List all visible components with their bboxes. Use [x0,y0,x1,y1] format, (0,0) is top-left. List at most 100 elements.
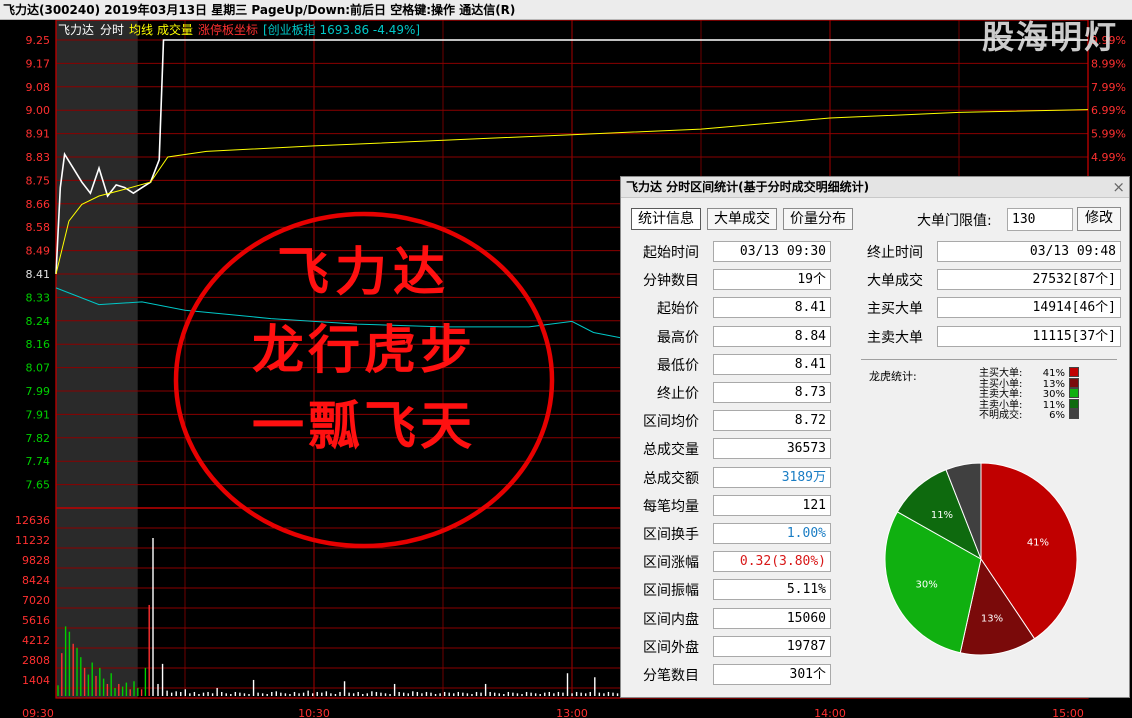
field-label: 区间内盘 [643,611,699,628]
field-value: 301个 [713,664,831,685]
field-label: 最高价 [657,329,699,346]
window-title: 飞力达(300240) 2019年03月13日 星期三 PageUp/Down:… [3,3,516,17]
tab-big-orders[interactable]: 大单成交 [707,208,777,230]
longhu-legend-item: 不明成交: 6% [979,409,1079,421]
stamp-text: 一瓢飞天 [252,397,476,457]
price-tick-label: 8.24 [26,315,51,328]
price-tick-label: 8.16 [26,338,51,351]
field-value: 8.84 [713,325,831,347]
field-value: 0.32(3.80%) [713,551,831,573]
volume-tick-label: 9828 [22,554,50,567]
legend-item: 成交量 [157,22,193,37]
field-label: 总成交额 [643,470,699,487]
legend-item: 涨停板坐标 [198,22,258,37]
field-value: 8.72 [713,410,831,432]
volume-tick-label: 8424 [22,574,50,587]
field-value: 11115[37个] [937,325,1121,347]
volume-tick-label: 11232 [15,534,50,547]
legend-swatch [1069,409,1079,420]
field-label: 区间外盘 [643,639,699,656]
pie-label: 30% [916,579,938,590]
field-value: 3189万 [713,466,831,488]
field-label: 区间换手 [643,527,699,543]
price-tick-label: 7.99 [26,385,51,398]
selected-interval-shade [56,20,138,698]
field-label: 主卖大单 [867,329,923,346]
price-tick-label: 8.33 [26,291,51,304]
dialog-title-bar: 飞力达 分时区间统计(基于分时成交明细统计) × [621,177,1129,198]
field-label: 终止时间 [867,245,923,261]
price-tick-label: 9.08 [26,81,51,94]
price-tick-label: 8.58 [26,221,51,234]
volume-tick-label: 12636 [15,514,50,527]
field-label: 分钟数目 [643,273,699,290]
time-tick-label: 15:00 [1052,707,1084,718]
pct-tick-label: 4.99% [1091,151,1126,164]
tab-stats-info[interactable]: 统计信息 [631,208,701,230]
legend-item: 均线 [129,23,153,37]
legend-swatch [1069,377,1079,388]
close-icon[interactable]: × [1112,177,1125,197]
modify-button[interactable]: 修改 [1077,207,1121,231]
field-label: 区间涨幅 [643,555,699,572]
time-tick-label: 09:30 [22,707,54,718]
price-tick-label: 7.74 [26,455,51,468]
stamp-text: 龙行虎步 [252,321,476,381]
time-tick-label: 14:00 [814,707,846,718]
field-value: 8.73 [713,382,831,403]
price-tick-label: 8.83 [26,151,51,164]
price-tick-label: 9.00 [26,104,51,117]
field-value: 15060 [713,607,831,629]
field-value: 19787 [713,635,831,657]
field-label: 区间均价 [643,414,699,431]
field-value: 19个 [713,269,831,291]
field-label: 大单成交 [867,273,923,290]
field-label: 每笔均量 [643,498,699,515]
legend-item: 分时 [100,23,124,37]
time-tick-label: 10:30 [298,707,330,718]
pct-tick-label: 5.99% [1091,128,1126,141]
threshold-label: 大单门限值: [917,213,992,229]
field-value: 121 [713,494,831,516]
pct-tick-label: 8.99% [1091,57,1126,70]
watermark-logo: 股海明灯 [981,18,1118,56]
chart-legend-bar: 飞力达 分时 均线 成交量 涨停板坐标 [创业板指 1693.86 -4.49%] [58,22,420,37]
field-label: 分笔数目 [643,668,699,684]
time-tick-label: 13:00 [556,707,588,718]
field-value: 8.41 [713,353,831,375]
volume-tick-label: 5616 [22,614,50,627]
pct-tick-label: 6.99% [1091,104,1126,117]
field-label: 主买大单 [867,301,923,318]
field-label: 总成交量 [643,442,699,459]
divider [861,359,1117,360]
pct-tick-label: 7.99% [1091,81,1126,94]
legend-swatch [1069,388,1079,399]
field-value: 8.41 [713,297,831,319]
field-value: 03/13 09:48 [937,241,1121,262]
volume-tick-label: 2808 [22,654,50,667]
longhu-title: 龙虎统计: [869,370,917,383]
price-tick-label: 8.07 [26,362,51,375]
legend-stock-name: 飞力达 [58,23,94,37]
price-tick-label: 8.66 [26,198,51,211]
window-title-bar: 飞力达(300240) 2019年03月13日 星期三 PageUp/Down:… [0,0,1132,20]
price-tick-label: 8.49 [26,245,51,258]
field-label: 起始价 [657,301,699,318]
field-label: 区间振幅 [643,583,699,600]
legend-item: [创业板指 1693.86 -4.49%] [263,22,420,37]
tab-price-volume[interactable]: 价量分布 [783,208,853,230]
price-tick-label: 8.41 [26,268,51,281]
red-stamp: 飞力达龙行虎步一瓢飞天 [173,211,555,549]
legend-pct: 6% [1049,410,1065,422]
volume-tick-label: 1404 [22,674,50,687]
stamp-text: 飞力达 [277,243,451,303]
field-value: 27532[87个] [937,269,1121,291]
price-tick-label: 8.91 [26,128,51,141]
field-value: 14914[46个] [937,297,1121,319]
interval-stats-dialog[interactable]: 飞力达 分时区间统计(基于分时成交明细统计) × 统计信息 大单成交 价量分布 … [620,176,1130,698]
threshold-input[interactable]: 130 [1007,208,1073,231]
price-tick-label: 9.25 [26,34,51,47]
pie-label: 11% [931,510,953,521]
field-value: 03/13 09:30 [713,241,831,262]
price-tick-label: 7.65 [26,479,51,492]
